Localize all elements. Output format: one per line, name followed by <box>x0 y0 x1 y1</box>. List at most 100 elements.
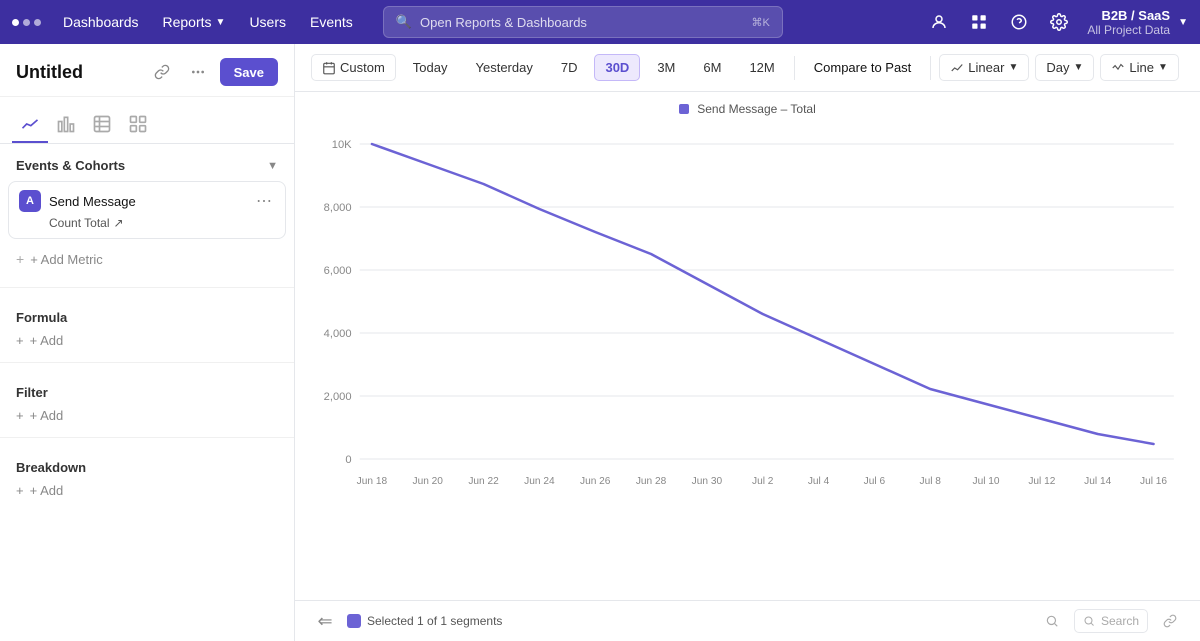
right-panel: Custom Today Yesterday 7D 30D 3M 6M 12M … <box>295 44 1200 641</box>
divider-2 <box>0 362 294 363</box>
nav-dashboards[interactable]: Dashboards <box>53 10 149 34</box>
7d-button[interactable]: 7D <box>550 54 589 81</box>
chart-svg-container: 10K 8,000 6,000 4,000 2,000 0 Jun 18 Jun… <box>295 124 1200 519</box>
main-layout: Untitled Save <box>0 44 1200 641</box>
today-button[interactable]: Today <box>402 54 459 81</box>
formula-plus-icon: + <box>16 333 24 348</box>
svg-text:Jul 12: Jul 12 <box>1028 476 1055 487</box>
tab-table[interactable] <box>84 107 120 143</box>
selected-badge <box>347 614 361 628</box>
svg-text:Jul 2: Jul 2 <box>752 476 774 487</box>
day-chevron-icon: ▼ <box>1073 62 1083 73</box>
event-sub: Count Total ↗ <box>19 216 275 230</box>
12m-button[interactable]: 12M <box>738 54 785 81</box>
settings-icon-btn[interactable] <box>1043 6 1075 38</box>
tab-line-chart[interactable] <box>12 107 48 143</box>
link-icon-btn[interactable] <box>148 58 176 86</box>
svg-text:Jul 14: Jul 14 <box>1084 476 1111 487</box>
chart-toolbar: Custom Today Yesterday 7D 30D 3M 6M 12M … <box>295 44 1200 92</box>
search-icon: 🔍 <box>396 14 412 30</box>
toolbar-separator-2 <box>930 56 931 80</box>
svg-text:Jul 10: Jul 10 <box>973 476 1000 487</box>
legend-dot <box>679 104 689 114</box>
nav-reports[interactable]: Reports ▼ <box>153 10 236 34</box>
profile-chevron-icon: ▼ <box>1178 17 1188 28</box>
6m-button[interactable]: 6M <box>692 54 732 81</box>
30d-button[interactable]: 30D <box>594 54 640 81</box>
event-name: Send Message <box>49 194 245 209</box>
svg-text:Jun 20: Jun 20 <box>413 476 444 487</box>
svg-text:2,000: 2,000 <box>324 391 352 403</box>
calendar-button[interactable]: Custom <box>311 54 396 81</box>
tab-grid[interactable] <box>120 107 156 143</box>
event-badge: A <box>19 190 41 212</box>
app-logo <box>12 19 41 26</box>
plus-icon: + <box>16 251 24 267</box>
filter-plus-icon: + <box>16 408 24 423</box>
nav-events[interactable]: Events <box>300 10 363 34</box>
filter-label: Filter <box>16 385 278 400</box>
user-profile[interactable]: B2B / SaaS All Project Data <box>1087 8 1170 37</box>
top-navigation: Dashboards Reports ▼ Users Events 🔍 Open… <box>0 0 1200 44</box>
svg-text:Jun 22: Jun 22 <box>468 476 499 487</box>
page-title-actions: Save <box>148 58 278 86</box>
chart-legend: Send Message – Total <box>295 102 1200 116</box>
divider-3 <box>0 437 294 438</box>
svg-text:Jul 4: Jul 4 <box>808 476 830 487</box>
toolbar-separator-1 <box>794 56 795 80</box>
share-chart-button[interactable] <box>1156 607 1184 635</box>
breakdown-section: Breakdown + + Add <box>0 450 294 500</box>
svg-text:Jul 8: Jul 8 <box>920 476 942 487</box>
svg-text:Jun 18: Jun 18 <box>357 476 388 487</box>
3m-button[interactable]: 3M <box>646 54 686 81</box>
formula-section: Formula + + Add <box>0 300 294 350</box>
more-options-btn[interactable] <box>184 58 212 86</box>
svg-text:Jun 30: Jun 30 <box>692 476 723 487</box>
formula-add-button[interactable]: + + Add <box>16 331 63 350</box>
linear-button[interactable]: Linear ▼ <box>939 54 1029 81</box>
event-menu-button[interactable]: ⋯ <box>253 190 275 212</box>
divider-1 <box>0 287 294 288</box>
reports-chevron-icon: ▼ <box>216 17 226 28</box>
filter-add-button[interactable]: + + Add <box>16 406 63 425</box>
breakdown-label: Breakdown <box>16 460 278 475</box>
chart-area: Send Message – Total 10K 8,000 6,000 4,0 <box>295 92 1200 600</box>
svg-text:0: 0 <box>345 454 351 466</box>
tab-bar-chart[interactable] <box>48 107 84 143</box>
svg-text:6,000: 6,000 <box>324 265 352 277</box>
day-button[interactable]: Day ▼ <box>1035 54 1094 81</box>
people-icon-btn[interactable] <box>923 6 955 38</box>
add-metric-button[interactable]: + + Add Metric <box>0 243 294 275</box>
collapse-panel-button[interactable]: ⇐ <box>311 607 339 635</box>
search-bottom-icon-btn[interactable] <box>1038 607 1066 635</box>
save-button[interactable]: Save <box>220 58 278 86</box>
global-search[interactable]: 🔍 Open Reports & Dashboards ⌘K <box>383 6 783 38</box>
svg-text:Jun 24: Jun 24 <box>524 476 555 487</box>
svg-text:Jul 6: Jul 6 <box>864 476 886 487</box>
breakdown-add-button[interactable]: + + Add <box>16 481 63 500</box>
bottom-search[interactable]: Search <box>1074 609 1148 633</box>
left-panel: Untitled Save <box>0 44 295 641</box>
line-button[interactable]: Line ▼ <box>1100 54 1178 81</box>
events-cohorts-header[interactable]: Events & Cohorts ▼ <box>0 144 294 181</box>
svg-text:Jun 28: Jun 28 <box>636 476 667 487</box>
filter-section: Filter + + Add <box>0 375 294 425</box>
cursor-icon: ↗ <box>114 216 124 230</box>
svg-text:4,000: 4,000 <box>324 328 352 340</box>
events-chevron-icon: ▼ <box>267 160 278 172</box>
line-chart-svg: 10K 8,000 6,000 4,000 2,000 0 Jun 18 Jun… <box>311 124 1184 514</box>
svg-text:10K: 10K <box>332 139 352 151</box>
page-title: Untitled <box>16 62 83 83</box>
topnav-right: B2B / SaaS All Project Data ▼ <box>923 6 1188 38</box>
line-chevron-icon: ▼ <box>1158 62 1168 73</box>
svg-text:Jul 16: Jul 16 <box>1140 476 1167 487</box>
breakdown-plus-icon: + <box>16 483 24 498</box>
svg-text:Jun 26: Jun 26 <box>580 476 611 487</box>
formula-label: Formula <box>16 310 278 325</box>
selected-label: Selected 1 of 1 segments <box>347 614 502 628</box>
compare-to-past-button[interactable]: Compare to Past <box>803 54 923 81</box>
grid-icon-btn[interactable] <box>963 6 995 38</box>
yesterday-button[interactable]: Yesterday <box>465 54 544 81</box>
nav-users[interactable]: Users <box>239 10 296 34</box>
help-icon-btn[interactable] <box>1003 6 1035 38</box>
